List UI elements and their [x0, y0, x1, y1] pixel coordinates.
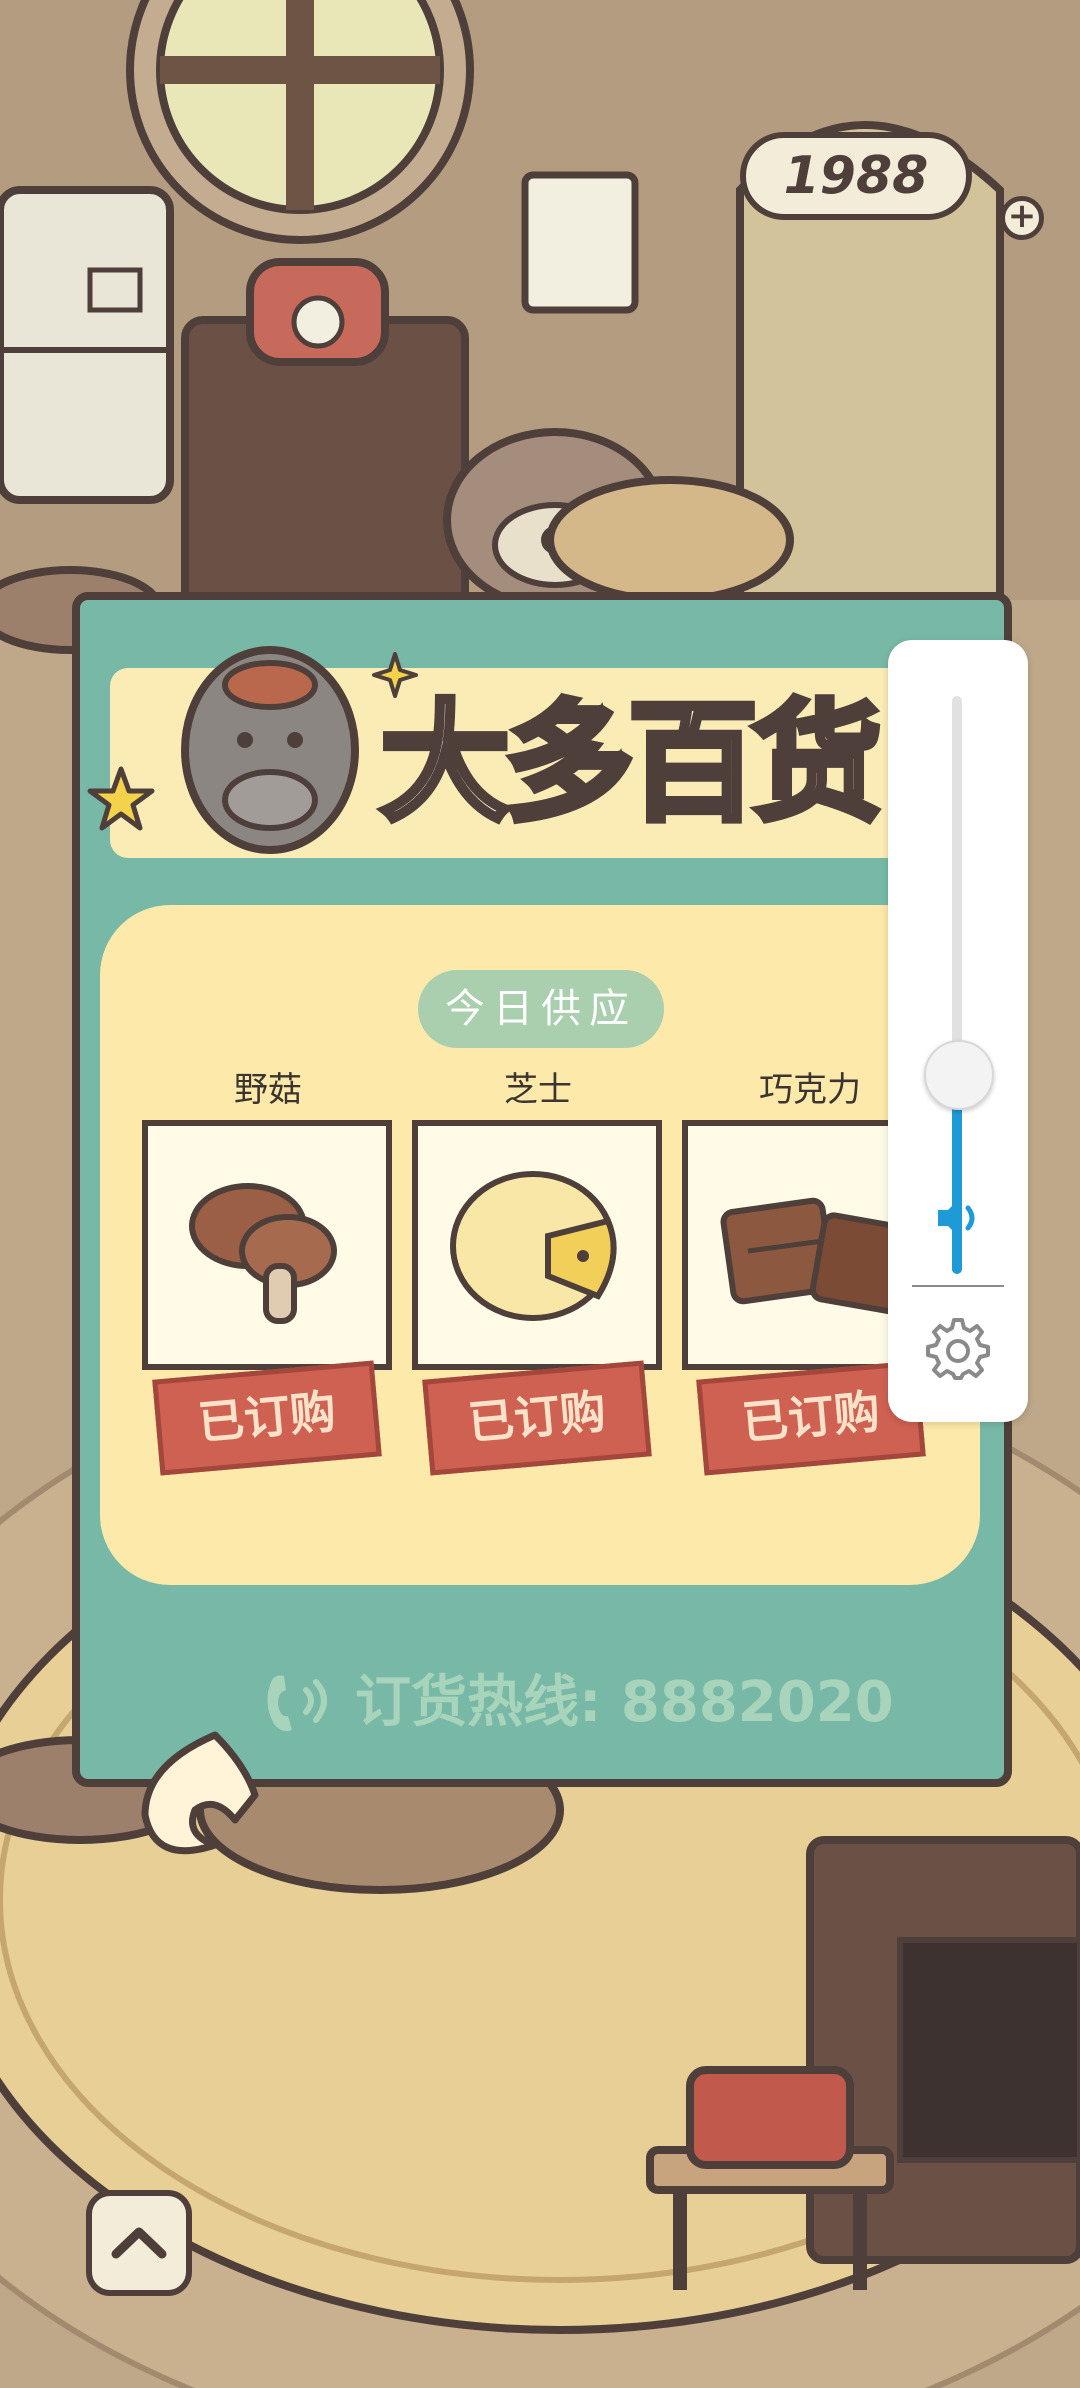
item-name-mushroom: 野菇 — [234, 1070, 302, 1110]
item-name-chocolate: 巧克力 — [759, 1070, 861, 1110]
gear-icon[interactable] — [926, 1316, 990, 1380]
back-arrow-icon[interactable] — [125, 1725, 275, 1875]
item-status-cheese: 已订购 — [422, 1360, 652, 1476]
currency-amount: 1988 — [783, 146, 929, 206]
currency-counter: 1988 — [740, 132, 972, 220]
item-name-cheese: 芝士 — [504, 1070, 572, 1110]
speaker-icon[interactable] — [930, 1190, 986, 1246]
mushroom-icon — [189, 1183, 337, 1324]
expand-menu-button[interactable] — [86, 2190, 192, 2296]
item-status-mushroom: 已订购 — [152, 1360, 382, 1476]
add-currency-button[interactable]: + — [1000, 196, 1044, 240]
volume-panel — [888, 640, 1028, 1422]
item-card-cheese[interactable] — [412, 1120, 662, 1370]
shopkeeper-icon — [181, 646, 359, 854]
section-label: 今日供应 — [418, 970, 664, 1048]
volume-slider-thumb[interactable] — [924, 1040, 994, 1110]
item-card-mushroom[interactable] — [142, 1120, 392, 1370]
shop-title: 大多百货 — [377, 684, 885, 842]
star-icon — [87, 766, 155, 831]
plus-icon: + — [1007, 196, 1037, 236]
volume-divider — [912, 1285, 1004, 1287]
hotline-text: 订货热线: 8882020 — [355, 1670, 894, 1735]
cheese-icon — [450, 1171, 617, 1321]
chevron-up-icon — [111, 2227, 167, 2259]
